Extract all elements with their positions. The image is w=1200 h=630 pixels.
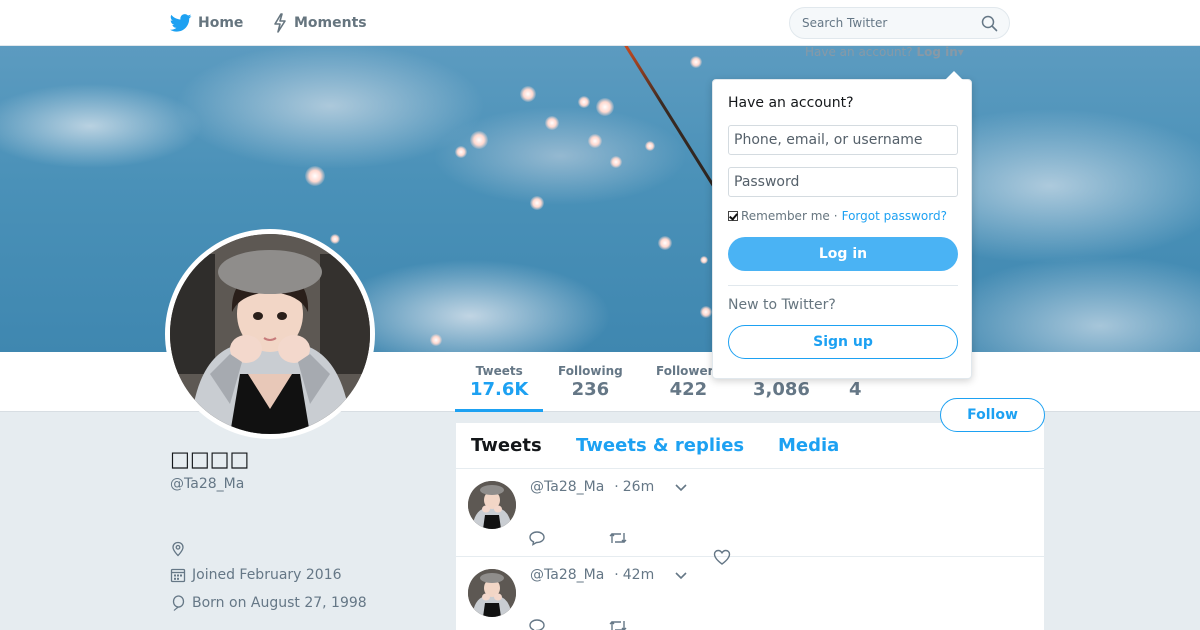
profile-screen-name[interactable]: @Ta28_Ma <box>170 476 244 492</box>
timeline: Tweets Tweets & replies Media @Ta28_Ma ·… <box>456 423 1044 630</box>
stat-value: 17.6K <box>470 379 529 400</box>
stat-label: Following <box>558 364 623 378</box>
top-nav: Home Moments <box>0 0 1200 46</box>
tab-tweets[interactable]: Tweets <box>471 435 542 456</box>
stat-following[interactable]: Following 236 <box>558 364 623 400</box>
banner-spark <box>610 156 622 168</box>
tweet[interactable]: @Ta28_Ma · 42m <box>456 557 1044 630</box>
tab-tweets-and-replies[interactable]: Tweets & replies <box>576 435 744 456</box>
remember-separator: · <box>833 209 838 223</box>
stat-value: 4 <box>849 379 862 400</box>
remember-row: Remember me · Forgot password? <box>728 209 947 223</box>
stat-value: 422 <box>669 379 708 400</box>
search-icon[interactable] <box>981 15 998 32</box>
tweet-time[interactable]: 26m <box>623 479 654 495</box>
tweet-dot: · <box>614 567 619 583</box>
login-dropdown-title: Have an account? <box>728 95 854 111</box>
tweet-avatar[interactable] <box>468 569 516 617</box>
signup-button[interactable]: Sign up <box>728 325 958 359</box>
banner-spark <box>470 131 488 149</box>
login-dropdown: Have an account? Remember me · Forgot pa… <box>712 71 972 379</box>
remember-me-label[interactable]: Remember me <box>741 209 830 223</box>
tweet-handle[interactable]: @Ta28_Ma <box>530 479 604 495</box>
banner-spark <box>430 334 442 346</box>
forgot-password-link[interactable]: Forgot password? <box>842 209 947 223</box>
login-button[interactable]: Log in <box>728 237 958 271</box>
nav-home-label: Home <box>198 15 244 31</box>
lightning-icon <box>274 13 286 33</box>
banner-spark <box>330 234 340 244</box>
nav-moments-label: Moments <box>294 15 367 31</box>
login-bar: Have an account? Log in▾ <box>805 45 964 61</box>
search-box <box>789 7 1010 39</box>
banner-spark <box>588 134 602 148</box>
banner-spark <box>455 146 467 158</box>
reply-icon[interactable] <box>528 618 546 630</box>
chevron-down-icon[interactable] <box>674 571 688 581</box>
profile-joined-text: Joined February 2016 <box>192 567 342 583</box>
login-dropdown-divider <box>728 285 958 286</box>
avatar-photo <box>170 234 370 434</box>
avatar-illustration <box>170 234 370 434</box>
banner-sparkler <box>618 46 727 206</box>
calendar-icon <box>170 568 186 583</box>
nav-moments[interactable]: Moments <box>272 0 367 46</box>
stat-value: 3,086 <box>753 379 810 400</box>
nav-home[interactable]: Home <box>170 0 243 46</box>
profile-display-name: □□□□ <box>170 447 250 471</box>
banner-spark <box>645 141 655 151</box>
stat-label: Followers <box>656 364 721 378</box>
banner-spark <box>520 86 536 102</box>
reply-icon[interactable] <box>528 530 546 546</box>
twitter-bird-icon <box>170 14 192 32</box>
stat-tweets[interactable]: Tweets 17.6K <box>470 364 528 400</box>
tweet[interactable]: @Ta28_Ma · 26m <box>456 469 1044 565</box>
balloon-icon <box>172 595 185 611</box>
banner-spark <box>530 196 544 210</box>
profile-avatar[interactable] <box>165 229 375 439</box>
banner-spark <box>690 56 702 68</box>
stat-label: Tweets <box>475 364 523 378</box>
search-input[interactable] <box>790 8 980 38</box>
remember-me-checkbox[interactable] <box>728 211 738 221</box>
profile-birthday-text: Born on August 27, 1998 <box>192 595 367 611</box>
tab-media[interactable]: Media <box>778 435 839 456</box>
active-stat-underline <box>455 409 543 412</box>
chevron-down-icon[interactable] <box>674 483 688 493</box>
banner-spark <box>658 236 672 250</box>
banner-spark <box>545 116 559 130</box>
new-to-twitter-text: New to Twitter? <box>728 297 836 313</box>
stat-followers[interactable]: Followers 422 <box>656 364 721 400</box>
username-field[interactable] <box>728 125 958 155</box>
stat-value: 236 <box>571 379 610 400</box>
banner-spark <box>700 256 708 264</box>
login-bar-link[interactable]: Log in▾ <box>916 45 963 59</box>
profile-joined: Joined February 2016 <box>170 567 342 583</box>
profile-birthday: Born on August 27, 1998 <box>170 595 367 611</box>
banner-spark <box>305 166 325 186</box>
banner-spark <box>578 96 590 108</box>
profile-location <box>170 541 192 557</box>
tweet-time[interactable]: 42m <box>623 567 654 583</box>
tweet-avatar[interactable] <box>468 481 516 529</box>
location-pin-icon <box>172 541 184 557</box>
banner-spark <box>700 306 712 318</box>
tweet-dot: · <box>614 479 619 495</box>
follow-button[interactable]: Follow <box>940 398 1045 432</box>
retweet-icon[interactable] <box>608 618 628 630</box>
tweet-header: @Ta28_Ma · 42m <box>530 567 654 583</box>
password-field[interactable] <box>728 167 958 197</box>
login-bar-prompt: Have an account? <box>805 45 913 59</box>
tweet-header: @Ta28_Ma · 26m <box>530 479 654 495</box>
tweet-handle[interactable]: @Ta28_Ma <box>530 567 604 583</box>
banner-spark <box>596 98 614 116</box>
retweet-icon[interactable] <box>608 530 628 546</box>
